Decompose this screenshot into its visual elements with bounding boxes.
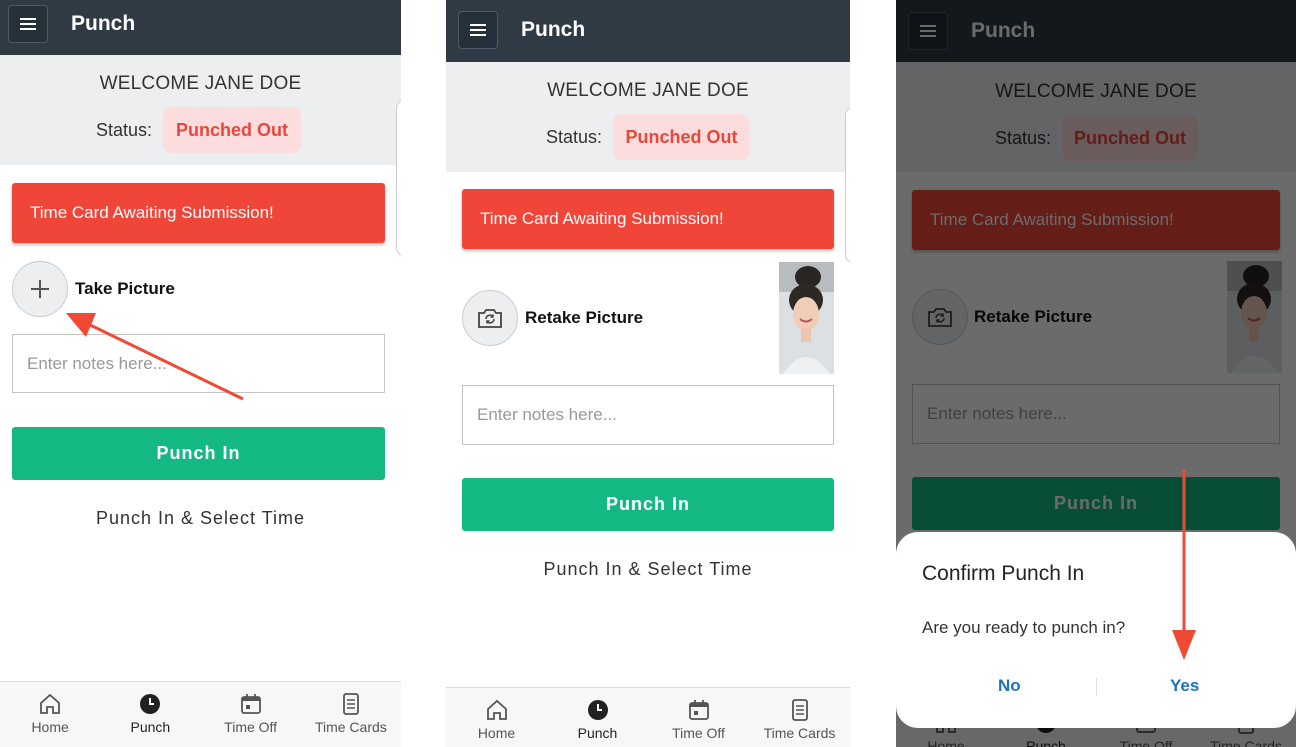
- document-icon: [791, 699, 808, 721]
- nav-punch-label: Punch: [577, 725, 618, 741]
- welcome-text: WELCOME JANE DOE: [547, 80, 749, 101]
- nav-home[interactable]: Home: [446, 688, 547, 747]
- nav-home-label: Home: [477, 725, 516, 741]
- nav-time-cards[interactable]: Time Cards: [749, 688, 850, 747]
- camera-flip-icon: [478, 309, 502, 328]
- nav-time-off-label: Time Off: [224, 719, 278, 735]
- punch-in-select-time-link[interactable]: Punch In & Select Time: [446, 559, 850, 580]
- nav-home[interactable]: Home: [0, 682, 100, 747]
- welcome-area: WELCOME JANE DOE Status: Punched Out: [446, 62, 850, 172]
- retake-picture-button[interactable]: [462, 290, 518, 346]
- profile-photo-thumbnail[interactable]: [779, 262, 834, 374]
- calendar-icon: [240, 694, 261, 714]
- document-icon: [342, 693, 359, 715]
- punch-in-button[interactable]: Punch In: [462, 478, 834, 531]
- screen-take-picture: Punch WELCOME JANE DOE Status: Punched O…: [0, 0, 401, 747]
- bottom-nav: Home Punch Time Off Time Cards: [0, 681, 401, 747]
- side-card-fragment: [845, 107, 850, 263]
- app-header: Punch: [446, 0, 850, 62]
- nav-time-off[interactable]: Time Off: [201, 682, 301, 747]
- page-title: Punch: [521, 18, 586, 41]
- clock-icon: [587, 700, 608, 720]
- nav-punch[interactable]: Punch: [547, 688, 648, 747]
- screen-retake-picture: Punch WELCOME JANE DOE Status: Punched O…: [446, 0, 850, 747]
- nav-time-off[interactable]: Time Off: [648, 688, 749, 747]
- nav-home-label: Home: [31, 719, 69, 735]
- home-icon: [486, 699, 507, 720]
- bottom-nav: Home Punch Time Off Time Cards: [446, 687, 850, 747]
- hamburger-icon: [470, 24, 486, 36]
- nav-time-off-label: Time Off: [672, 725, 725, 741]
- nav-time-cards-label: Time Cards: [763, 725, 836, 741]
- retake-picture-label[interactable]: Retake Picture: [525, 308, 643, 328]
- notes-input[interactable]: Enter notes here...: [462, 385, 834, 445]
- nav-punch-label: Punch: [130, 719, 171, 735]
- status-label: Status:: [546, 127, 603, 147]
- nav-time-cards[interactable]: Time Cards: [301, 682, 401, 747]
- annotation-arrow: [66, 313, 244, 401]
- screenshot-stage: Punch WELCOME JANE DOE Status: Punched O…: [0, 0, 1296, 747]
- nav-punch[interactable]: Punch: [100, 682, 200, 747]
- nav-time-cards-label: Time Cards: [314, 719, 387, 735]
- status-badge: Punched Out: [613, 114, 750, 160]
- menu-button[interactable]: [458, 11, 498, 49]
- alert-banner[interactable]: Time Card Awaiting Submission!: [462, 189, 834, 249]
- clock-icon: [140, 694, 161, 714]
- screen-confirm-punch-in: Punch WELCOME JANE DOE Status: Punched O…: [896, 0, 1296, 747]
- annotation-arrow: [1172, 470, 1196, 660]
- calendar-icon: [688, 700, 709, 720]
- home-icon: [40, 693, 61, 714]
